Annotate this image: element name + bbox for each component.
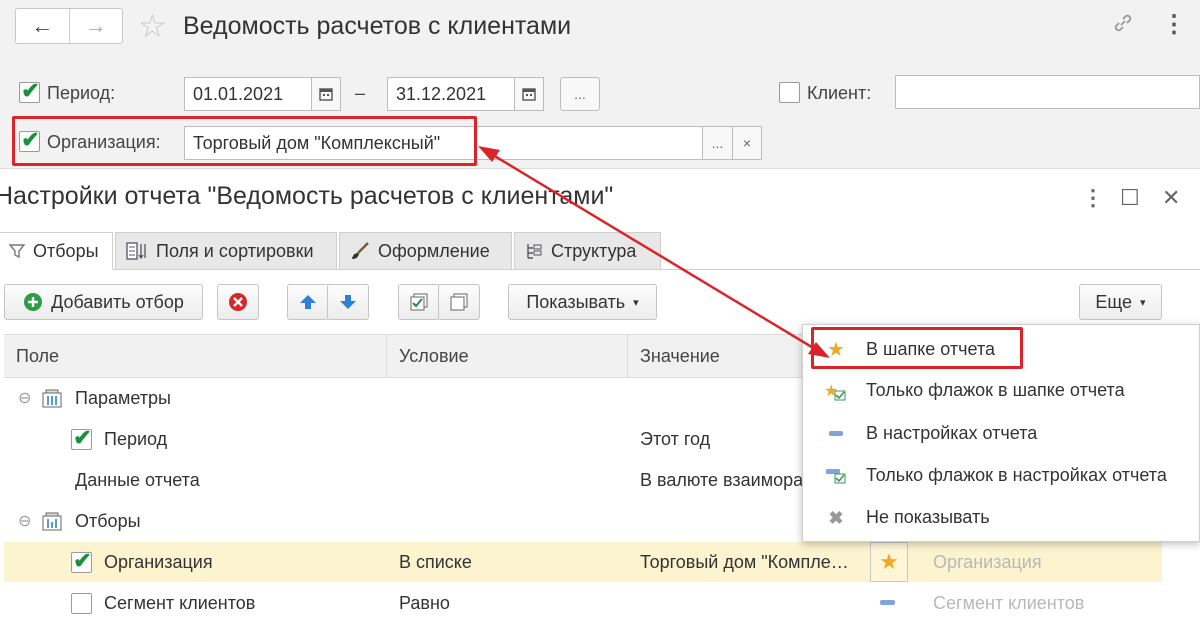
- move-down-button[interactable]: [327, 284, 369, 320]
- menu-item-checkbox-in-settings[interactable]: Только флажок в настройках отчета: [866, 455, 1167, 495]
- dialog-more-icon[interactable]: ⋮: [1082, 185, 1104, 211]
- more-actions-icon[interactable]: ⋮: [1162, 10, 1186, 39]
- checkmark-icon: ✔: [73, 424, 92, 450]
- dash-check-icon: [824, 463, 848, 487]
- more-dropdown-button[interactable]: Еще ▾: [1079, 284, 1162, 320]
- forward-button[interactable]: →: [68, 9, 123, 43]
- show-dropdown-button[interactable]: Показывать ▾: [508, 284, 657, 320]
- menu-item-checkbox-in-header[interactable]: Только флажок в шапке отчета: [866, 370, 1125, 410]
- navigation-buttons: ← →: [15, 8, 123, 44]
- client-field[interactable]: [895, 75, 1200, 109]
- tab-filters[interactable]: Отборы: [0, 232, 113, 270]
- client-checkbox[interactable]: [779, 82, 800, 103]
- arrow-up-icon: [300, 295, 316, 309]
- checkmark-icon: ✔: [21, 77, 40, 103]
- date-range-dash: –: [355, 83, 366, 103]
- table-cell-field: Отборы: [75, 510, 141, 531]
- calendar-icon: [522, 88, 536, 101]
- link-icon[interactable]: [1112, 12, 1134, 40]
- fields-sort-icon: [126, 242, 146, 260]
- add-filter-label: Добавить отбор: [51, 291, 184, 312]
- tab-fields-sorting[interactable]: Поля и сортировки: [115, 232, 337, 270]
- dash-icon: [824, 421, 848, 445]
- dialog-title: Настройки отчета "Ведомость расчетов с к…: [0, 182, 614, 210]
- row-checkbox[interactable]: ✔: [71, 547, 92, 573]
- client-label: Клиент:: [807, 83, 872, 103]
- table-cell-condition[interactable]: Равно: [399, 583, 450, 621]
- highlight-frame: [12, 116, 477, 166]
- check-all-icon: [410, 293, 428, 311]
- page-title: Ведомость расчетов с клиентами: [183, 12, 572, 40]
- close-icon[interactable]: ✕: [1162, 185, 1180, 211]
- menu-item-hide[interactable]: Не показывать: [866, 497, 990, 537]
- uncheck-all-icon: [450, 293, 468, 311]
- period-checkbox[interactable]: ✔: [19, 77, 40, 103]
- more-label: Еще: [1095, 291, 1133, 312]
- arrow-down-icon: [340, 295, 356, 309]
- arrow-left-icon: ←: [31, 13, 54, 38]
- collapse-icon[interactable]: ⊖: [18, 501, 31, 541]
- date-from-field[interactable]: 01.01.2021: [184, 77, 312, 111]
- date-to-field[interactable]: 31.12.2021: [387, 77, 515, 111]
- delete-button[interactable]: [217, 284, 259, 320]
- chevron-down-icon: ▾: [633, 296, 639, 309]
- add-filter-button[interactable]: Добавить отбор: [4, 284, 203, 320]
- row-checkbox[interactable]: ✔: [71, 424, 92, 450]
- table-cell-display: Организация: [933, 551, 1042, 572]
- tab-label: Оформление: [378, 240, 490, 261]
- table-cell-condition[interactable]: В списке: [399, 542, 472, 582]
- collapse-icon[interactable]: ⊖: [18, 378, 31, 418]
- check-all-button[interactable]: [398, 284, 440, 320]
- display-mode-cell[interactable]: ★: [870, 542, 908, 582]
- calendar-from-button[interactable]: [311, 77, 341, 111]
- organization-clear-button[interactable]: ×: [732, 126, 762, 160]
- table-cell-value[interactable]: Этот год: [640, 419, 710, 459]
- table-cell-field: Данные отчета: [75, 469, 200, 490]
- maximize-icon[interactable]: ☐: [1120, 185, 1140, 211]
- filter-icon: [9, 244, 25, 259]
- star-icon: ★: [879, 549, 899, 574]
- arrow-right-icon: →: [84, 13, 107, 38]
- parameters-group-icon: [40, 378, 64, 418]
- table-cell-field: Период: [104, 428, 168, 449]
- delete-icon: [229, 293, 247, 311]
- plus-circle-icon: [24, 293, 43, 311]
- table-cell-value[interactable]: Торговый дом "Компле…: [640, 542, 849, 582]
- star-check-icon: ★: [824, 380, 848, 404]
- organization-select-button[interactable]: ...: [702, 126, 733, 160]
- brush-icon: [352, 242, 369, 259]
- calendar-to-button[interactable]: [514, 77, 544, 111]
- tab-appearance[interactable]: Оформление: [339, 232, 512, 270]
- chevron-down-icon: ▾: [1140, 296, 1146, 309]
- tab-label: Отборы: [33, 240, 99, 261]
- tab-label: Структура: [551, 240, 637, 261]
- tab-label: Поля и сортировки: [156, 240, 314, 261]
- column-header-condition[interactable]: Условие: [387, 334, 628, 378]
- filters-group-icon: [40, 501, 64, 541]
- column-header-field[interactable]: Поле: [4, 334, 387, 378]
- period-label: Период:: [47, 83, 116, 103]
- uncheck-all-button[interactable]: [438, 284, 480, 320]
- table-cell-value[interactable]: В валюте взаимора: [640, 460, 803, 500]
- table-cell-field: Параметры: [75, 387, 171, 408]
- back-button[interactable]: ←: [16, 9, 69, 43]
- checkmark-icon: ✔: [73, 547, 92, 573]
- structure-icon: [527, 244, 542, 259]
- cross-icon: ✖: [828, 507, 844, 528]
- tab-structure[interactable]: Структура: [514, 232, 661, 270]
- highlight-frame: [811, 327, 1023, 369]
- table-cell-field: Сегмент клиентов: [104, 592, 256, 613]
- table-cell-display: Сегмент клиентов: [933, 592, 1085, 613]
- favorite-star-icon[interactable]: ☆: [138, 8, 167, 44]
- dash-icon[interactable]: [880, 600, 895, 605]
- row-checkbox[interactable]: [71, 593, 92, 614]
- menu-item-in-settings[interactable]: В настройках отчета: [866, 413, 1037, 453]
- period-select-button[interactable]: ...: [560, 77, 600, 111]
- table-cell-field: Организация: [104, 551, 213, 572]
- show-label: Показывать: [526, 291, 626, 312]
- calendar-icon: [319, 88, 333, 101]
- move-up-button[interactable]: [287, 284, 329, 320]
